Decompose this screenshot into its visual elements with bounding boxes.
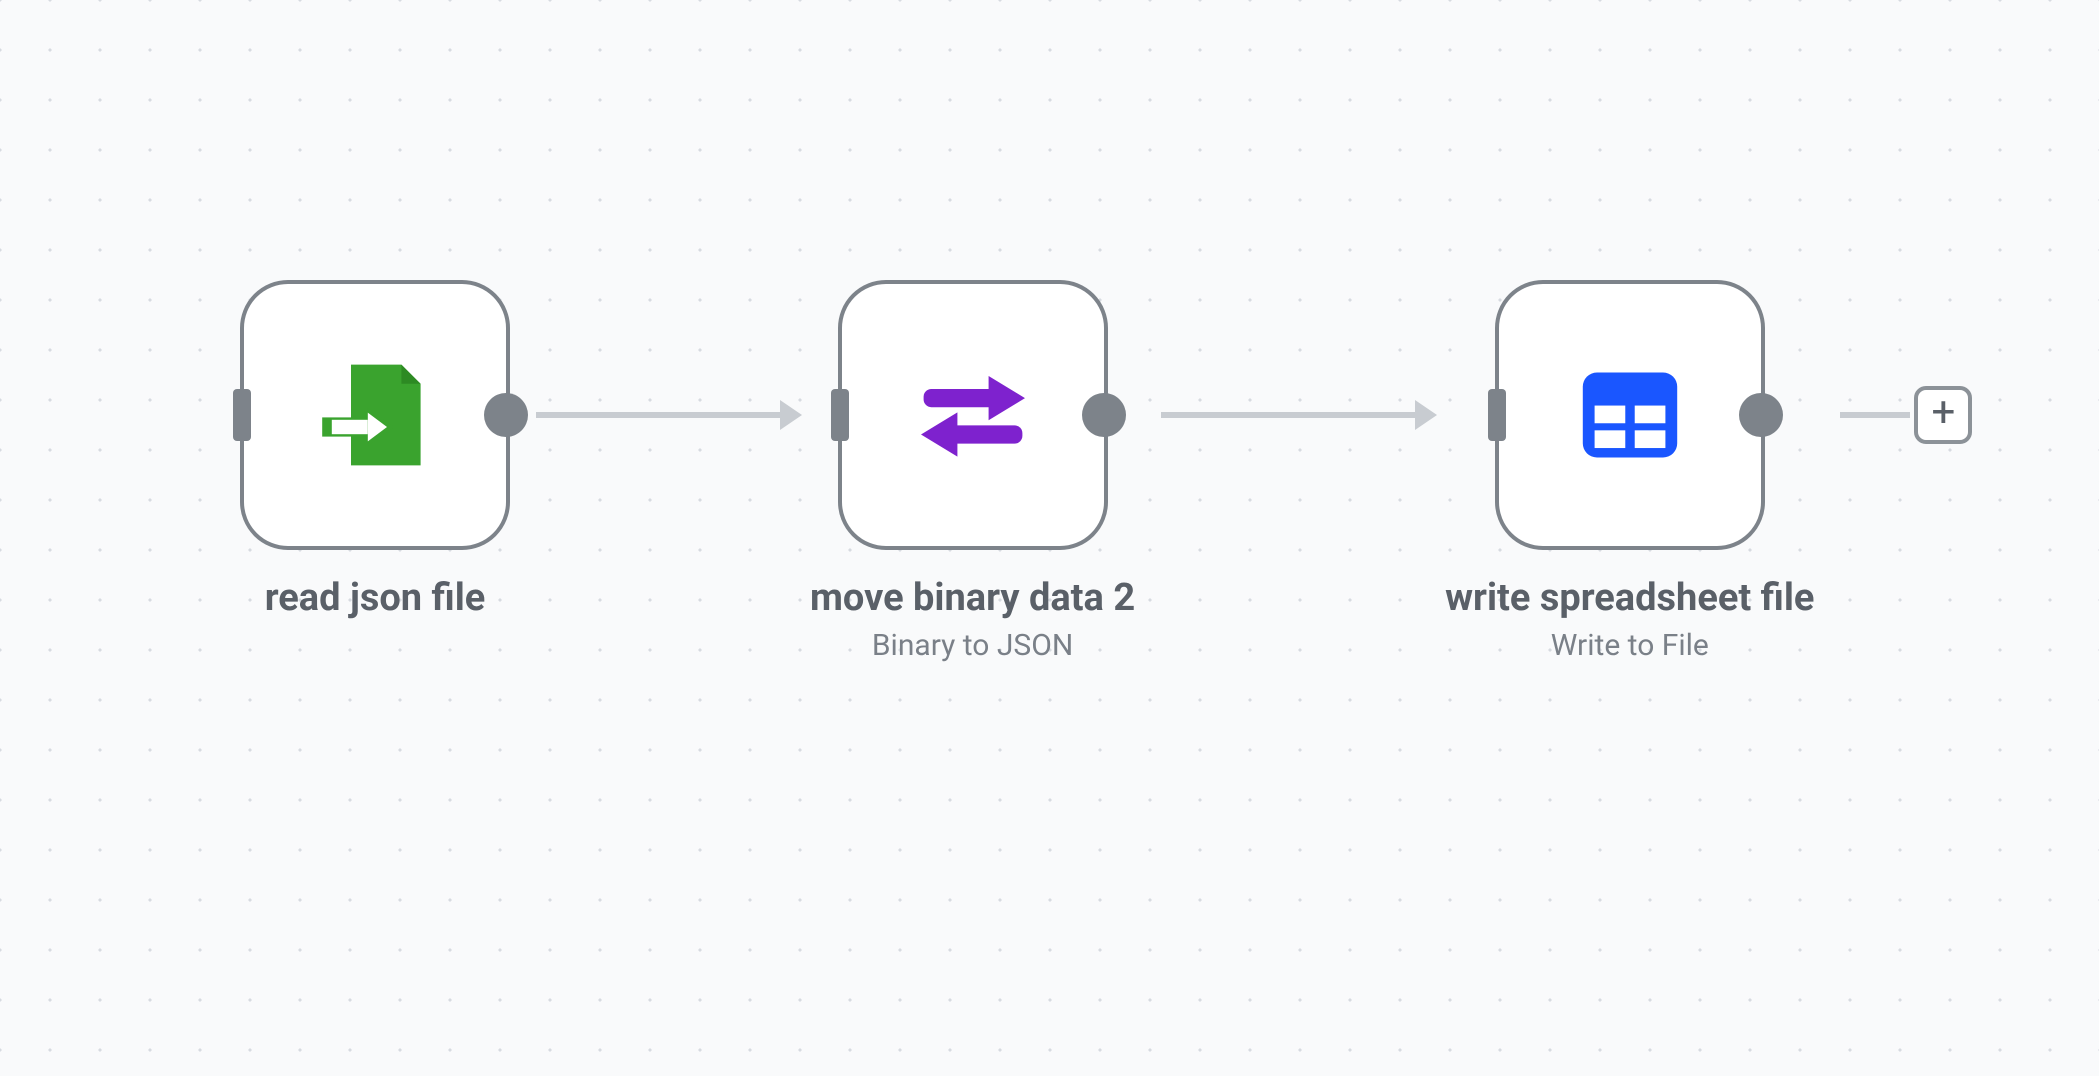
- connector-line: [536, 412, 781, 418]
- node-box[interactable]: [1495, 280, 1765, 550]
- output-port[interactable]: [1082, 393, 1126, 437]
- connector-line: [1161, 412, 1416, 418]
- connector: [1135, 280, 1445, 550]
- node-title: move binary data 2: [810, 576, 1135, 622]
- node-labels: read json file: [265, 576, 486, 622]
- swap-arrows-icon: [903, 345, 1043, 485]
- file-import-icon: [305, 345, 445, 485]
- input-port[interactable]: [1488, 389, 1506, 441]
- workflow-row: read json file: [240, 280, 1972, 663]
- node-title: read json file: [265, 576, 486, 622]
- node-read-json-file[interactable]: read json file: [240, 280, 510, 622]
- connector: [510, 280, 810, 550]
- node-labels: write spreadsheet file Write to File: [1445, 576, 1814, 663]
- connector-arrow-icon: [1415, 400, 1437, 430]
- node-labels: move binary data 2 Binary to JSON: [810, 576, 1135, 663]
- node-box[interactable]: [838, 280, 1108, 550]
- input-port[interactable]: [831, 389, 849, 441]
- node-subtitle: Binary to JSON: [810, 628, 1135, 663]
- input-port[interactable]: [233, 389, 251, 441]
- node-move-binary-data-2[interactable]: move binary data 2 Binary to JSON: [810, 280, 1135, 663]
- output-port[interactable]: [1739, 393, 1783, 437]
- workflow-canvas[interactable]: read json file: [0, 0, 2099, 1076]
- connector-line: [1840, 412, 1910, 418]
- node-box[interactable]: [240, 280, 510, 550]
- output-port[interactable]: [484, 393, 528, 437]
- plus-icon: +: [1932, 392, 1956, 434]
- node-subtitle: Write to File: [1445, 628, 1814, 663]
- connector-arrow-icon: [780, 400, 802, 430]
- node-title: write spreadsheet file: [1445, 576, 1814, 622]
- node-write-spreadsheet-file[interactable]: write spreadsheet file Write to File: [1445, 280, 1814, 663]
- spreadsheet-icon: [1560, 345, 1700, 485]
- add-node-button[interactable]: +: [1914, 386, 1972, 444]
- trailing-connector: +: [1814, 280, 1972, 550]
